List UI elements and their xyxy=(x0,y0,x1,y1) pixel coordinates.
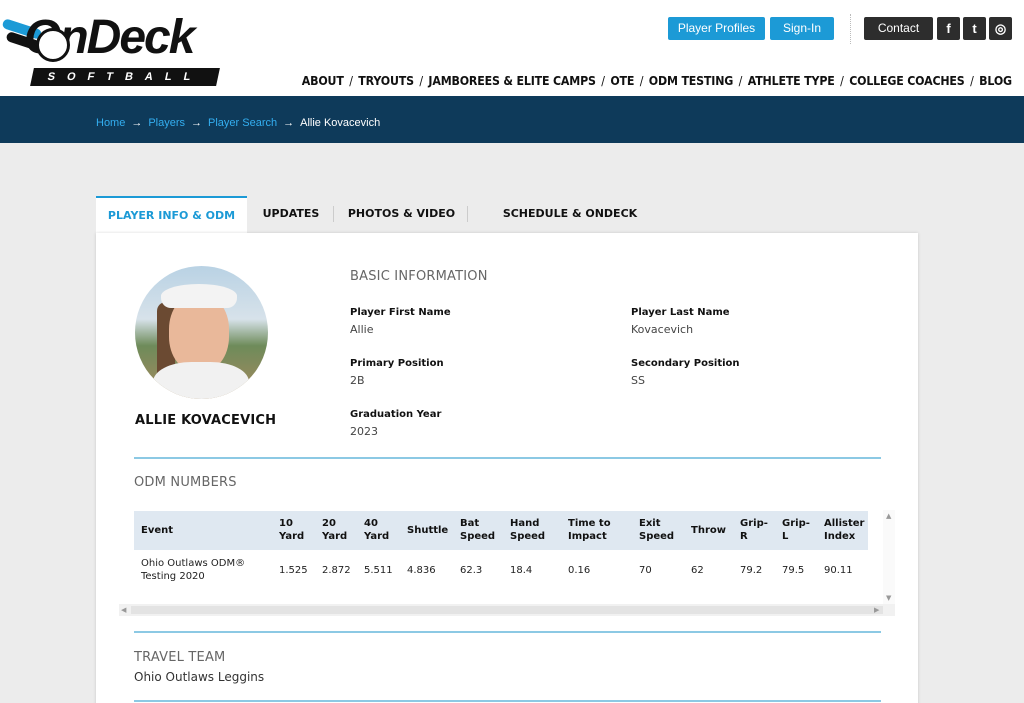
odm-numbers-title: ODM NUMBERS xyxy=(134,475,237,490)
primary-position-value: 2B xyxy=(350,374,365,387)
player-avatar xyxy=(135,266,268,399)
breadcrumb-home[interactable]: Home xyxy=(96,117,125,129)
nav-ote[interactable]: OTE xyxy=(610,74,634,88)
basic-info-title: BASIC INFORMATION xyxy=(350,269,488,284)
table-cell-10-yard: 1.525 xyxy=(279,565,308,576)
table-cell-throw: 62 xyxy=(691,565,704,576)
header-divider xyxy=(850,14,851,44)
col-header-throw: Throw xyxy=(691,525,726,536)
col-header-allister-index: Allister Index xyxy=(824,518,865,542)
player-name: ALLIE KOVACEVICH xyxy=(135,413,277,428)
sign-in-button[interactable]: Sign-In xyxy=(770,17,834,40)
table-cell-bat-speed: 62.3 xyxy=(460,565,483,576)
tab-player-info-odm[interactable]: PLAYER INFO & ODM xyxy=(96,196,247,234)
nav-odm-testing[interactable]: ODM TESTING xyxy=(649,74,734,88)
first-name-value: Allie xyxy=(350,323,374,336)
section-divider xyxy=(134,631,881,633)
facebook-icon[interactable]: f xyxy=(937,17,960,40)
col-header-shuttle: Shuttle xyxy=(407,525,449,536)
primary-position-label: Primary Position xyxy=(350,358,444,369)
nav-jamborees[interactable]: JAMBOREES & ELITE CAMPS xyxy=(429,74,597,88)
horizontal-scrollbar[interactable]: ◀ ▶ xyxy=(119,604,895,616)
first-name-label: Player First Name xyxy=(350,307,451,318)
table-cell-exit-speed: 70 xyxy=(639,565,652,576)
site-header: OnDeck SOFTBALL Player Profiles Sign-In … xyxy=(0,0,1024,96)
graduation-year-value: 2023 xyxy=(350,425,378,438)
twitter-icon[interactable]: t xyxy=(963,17,986,40)
table-cell-event: Ohio Outlaws ODM® Testing 2020 xyxy=(141,558,246,582)
nav-separator: / xyxy=(970,74,974,88)
scroll-down-icon[interactable]: ▼ xyxy=(886,594,891,602)
table-cell-allister-index: 90.11 xyxy=(824,565,853,576)
breadcrumb-current: Allie Kovacevich xyxy=(300,117,381,129)
tab-separator xyxy=(467,206,468,222)
breadcrumb: Home → Players → Player Search → Allie Kovacev… xyxy=(96,117,380,129)
table-cell-40-yard: 5.511 xyxy=(364,565,393,576)
scrollbar-thumb[interactable] xyxy=(131,606,883,614)
breadcrumb-bar: Home → Players → Player Search → Allie Kovacev… xyxy=(0,96,1024,143)
nav-separator: / xyxy=(639,74,644,88)
tab-schedule-events[interactable]: SCHEDULE & ONDECK EVENTS xyxy=(478,196,662,256)
odm-table[interactable]: Event 10 Yard 20 Yard 40 Yard Shuttle Ba… xyxy=(119,510,895,616)
tab-separator xyxy=(333,206,334,222)
col-header-grip-r: Grip-R xyxy=(740,518,768,542)
col-header-10-yard: 10 Yard xyxy=(279,518,305,542)
nav-separator: / xyxy=(601,74,605,88)
col-header-hand-speed: Hand Speed xyxy=(510,518,546,542)
col-header-bat-speed: Bat Speed xyxy=(460,518,496,542)
breadcrumb-players[interactable]: Players xyxy=(148,117,185,129)
col-header-event: Event xyxy=(141,525,174,536)
secondary-position-value: SS xyxy=(631,374,645,387)
table-cell-shuttle: 4.836 xyxy=(407,565,436,576)
secondary-position-label: Secondary Position xyxy=(631,358,740,369)
table-cell-time-to-impact: 0.16 xyxy=(568,565,591,576)
tab-photos-video[interactable]: PHOTOS & VIDEO xyxy=(344,196,459,234)
travel-team-value: Ohio Outlaws Leggins xyxy=(134,670,265,684)
contact-button[interactable]: Contact xyxy=(864,17,933,40)
section-divider xyxy=(134,700,881,702)
section-divider xyxy=(134,457,881,459)
nav-blog[interactable]: BLOG xyxy=(979,74,1012,88)
last-name-value: Kovacevich xyxy=(631,323,694,336)
scroll-up-icon[interactable]: ▲ xyxy=(886,512,891,520)
col-header-grip-l: Grip-L xyxy=(782,518,810,542)
nav-separator: / xyxy=(738,74,743,88)
tab-updates[interactable]: UPDATES xyxy=(254,196,328,234)
nav-about[interactable]: ABOUT xyxy=(302,74,344,88)
logo-subtitle: SOFTBALL xyxy=(30,68,220,86)
arrow-right-icon: → xyxy=(131,117,143,129)
col-header-exit-speed: Exit Speed xyxy=(639,518,675,542)
table-cell-20-yard: 2.872 xyxy=(322,565,351,576)
arrow-right-icon: → xyxy=(283,117,295,129)
col-header-time-to-impact: Time to Impact xyxy=(568,518,611,542)
nav-college-coaches[interactable]: COLLEGE COACHES xyxy=(849,74,965,88)
vertical-scrollbar[interactable]: ▲ ▼ xyxy=(883,510,895,604)
nav-separator: / xyxy=(349,74,353,88)
nav-tryouts[interactable]: TRYOUTS xyxy=(358,74,414,88)
scroll-left-icon[interactable]: ◀ xyxy=(121,606,126,614)
table-cell-grip-r: 79.2 xyxy=(740,565,763,576)
player-profiles-button[interactable]: Player Profiles xyxy=(668,17,765,40)
arrow-right-icon: → xyxy=(191,117,203,129)
softball-icon xyxy=(36,28,70,62)
last-name-label: Player Last Name xyxy=(631,307,730,318)
avatar-visor xyxy=(161,284,237,308)
col-header-40-yard: 40 Yard xyxy=(364,518,390,542)
avatar-shirt xyxy=(153,362,249,399)
nav-separator: / xyxy=(840,74,844,88)
main-nav: ABOUT / TRYOUTS / JAMBOREES & ELITE CAMPS / OT… xyxy=(302,74,1012,88)
scroll-right-icon[interactable]: ▶ xyxy=(874,606,879,614)
ondeck-softball-logo[interactable]: OnDeck SOFTBALL xyxy=(1,6,238,88)
travel-team-title: TRAVEL TEAM xyxy=(134,650,226,665)
instagram-icon[interactable]: ◎ xyxy=(989,17,1012,40)
table-cell-grip-l: 79.5 xyxy=(782,565,805,576)
nav-separator: / xyxy=(419,74,423,88)
breadcrumb-player-search[interactable]: Player Search xyxy=(208,117,277,129)
nav-athlete-type[interactable]: ATHLETE TYPE xyxy=(748,74,835,88)
graduation-year-label: Graduation Year xyxy=(350,409,442,420)
col-header-20-yard: 20 Yard xyxy=(322,518,348,542)
table-cell-hand-speed: 18.4 xyxy=(510,565,533,576)
